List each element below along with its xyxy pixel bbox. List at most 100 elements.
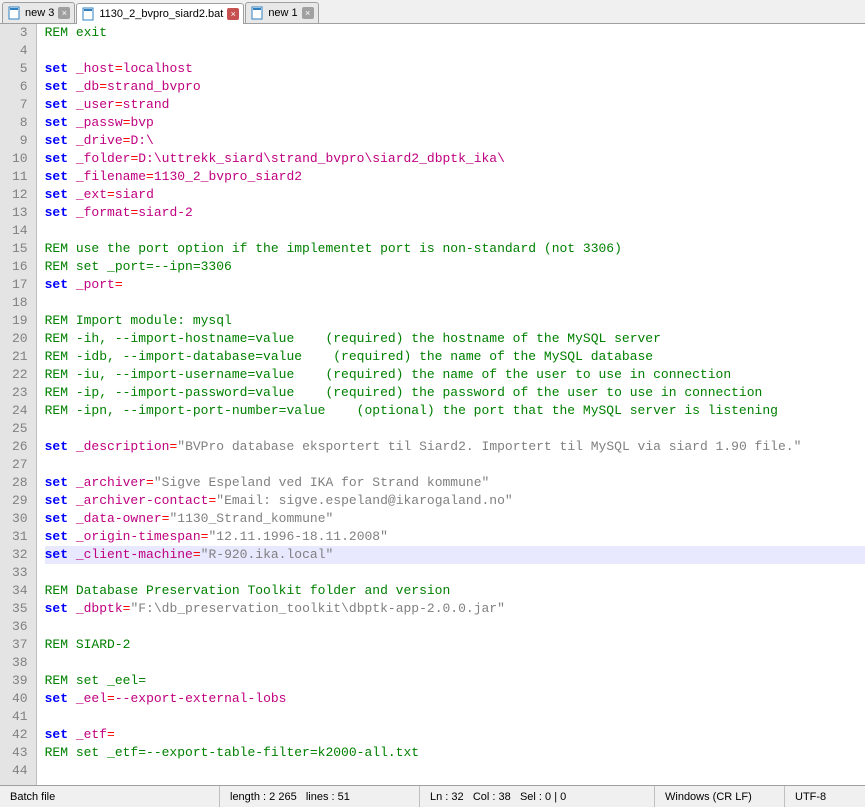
ln-value: 32 (451, 791, 463, 803)
code-line[interactable] (45, 564, 865, 582)
tab-label: new 1 (268, 7, 297, 19)
code-line[interactable]: set _client-machine="R-920.ika.local" (45, 546, 865, 564)
line-number: 12 (12, 186, 28, 204)
tab-new-3[interactable]: new 3 × (2, 2, 75, 23)
line-number: 26 (12, 438, 28, 456)
line-number: 34 (12, 582, 28, 600)
file-icon (7, 6, 21, 20)
lines-value: 51 (338, 791, 350, 803)
line-number: 22 (12, 366, 28, 384)
code-line[interactable]: REM -iu, --import-username=value (requir… (45, 366, 865, 384)
code-line[interactable] (45, 456, 865, 474)
code-line[interactable] (45, 420, 865, 438)
line-number: 9 (12, 132, 28, 150)
line-number: 33 (12, 564, 28, 582)
line-number: 35 (12, 600, 28, 618)
code-line[interactable]: REM use the port option if the implement… (45, 240, 865, 258)
line-number: 41 (12, 708, 28, 726)
code-line[interactable]: set _filename=1130_2_bvpro_siard2 (45, 168, 865, 186)
line-number: 23 (12, 384, 28, 402)
code-line[interactable]: set _data-owner="1130_Strand_kommune" (45, 510, 865, 528)
code-line[interactable]: REM SIARD-2 (45, 636, 865, 654)
line-number: 19 (12, 312, 28, 330)
ln-label: Ln : (430, 791, 448, 803)
line-number: 8 (12, 114, 28, 132)
status-filetype: Batch file (0, 786, 220, 807)
line-number: 21 (12, 348, 28, 366)
line-number: 4 (12, 42, 28, 60)
length-value: 2 265 (269, 791, 297, 803)
line-number: 14 (12, 222, 28, 240)
code-line[interactable]: set _drive=D:\ (45, 132, 865, 150)
line-number: 18 (12, 294, 28, 312)
code-line[interactable]: REM set _eel= (45, 672, 865, 690)
code-area[interactable]: REM exit set _host=localhostset _db=stran… (37, 24, 865, 785)
length-label: length : (230, 791, 266, 803)
code-line[interactable]: set _origin-timespan="12.11.1996-18.11.2… (45, 528, 865, 546)
code-line[interactable]: set _passw=bvp (45, 114, 865, 132)
code-line[interactable]: set _host=localhost (45, 60, 865, 78)
code-line[interactable] (45, 294, 865, 312)
status-bar: Batch file length : 2 265 lines : 51 Ln … (0, 785, 865, 807)
code-line[interactable]: set _db=strand_bvpro (45, 78, 865, 96)
line-number: 37 (12, 636, 28, 654)
tab-active-file[interactable]: 1130_2_bvpro_siard2.bat × (76, 3, 244, 24)
line-number: 11 (12, 168, 28, 186)
line-number: 24 (12, 402, 28, 420)
col-label: Col : (473, 791, 496, 803)
line-number: 16 (12, 258, 28, 276)
code-line[interactable]: REM set _port=--ipn=3306 (45, 258, 865, 276)
close-icon[interactable]: × (302, 7, 314, 19)
line-number: 43 (12, 744, 28, 762)
code-line[interactable]: set _description="BVPro database eksport… (45, 438, 865, 456)
tab-new-1[interactable]: new 1 × (245, 2, 318, 23)
status-encoding: UTF-8 (785, 786, 865, 807)
line-number: 44 (12, 762, 28, 780)
code-line[interactable] (45, 708, 865, 726)
code-line[interactable]: REM set _etf=--export-table-filter=k2000… (45, 744, 865, 762)
tab-label: 1130_2_bvpro_siard2.bat (99, 8, 223, 20)
code-line[interactable]: REM Import module: mysql (45, 312, 865, 330)
code-line[interactable]: REM -ip, --import-password=value (requir… (45, 384, 865, 402)
sel-value: 0 | 0 (545, 791, 566, 803)
code-line[interactable]: set _eel=--export-external-lobs (45, 690, 865, 708)
code-line[interactable] (45, 618, 865, 636)
code-line[interactable]: set _user=strand (45, 96, 865, 114)
code-line[interactable]: set _archiver="Sigve Espeland ved IKA fo… (45, 474, 865, 492)
close-icon[interactable]: × (58, 7, 70, 19)
line-number: 30 (12, 510, 28, 528)
code-line[interactable]: REM -ih, --import-hostname=value (requir… (45, 330, 865, 348)
code-line[interactable]: set _etf= (45, 726, 865, 744)
line-number: 32 (12, 546, 28, 564)
code-line[interactable]: set _format=siard-2 (45, 204, 865, 222)
line-number: 6 (12, 78, 28, 96)
code-line[interactable]: REM Database Preservation Toolkit folder… (45, 582, 865, 600)
line-number: 13 (12, 204, 28, 222)
code-line[interactable] (45, 222, 865, 240)
line-number: 20 (12, 330, 28, 348)
file-icon (81, 7, 95, 21)
code-line[interactable]: set _port= (45, 276, 865, 294)
code-line[interactable] (45, 42, 865, 60)
code-line[interactable]: set _ext=siard (45, 186, 865, 204)
code-line[interactable]: REM exit (45, 24, 865, 42)
sel-label: Sel : (520, 791, 542, 803)
col-value: 38 (499, 791, 511, 803)
code-line[interactable]: set _archiver-contact="Email: sigve.espe… (45, 492, 865, 510)
line-number: 17 (12, 276, 28, 294)
code-line[interactable]: REM -ipn, --import-port-number=value (op… (45, 402, 865, 420)
code-line[interactable]: set _folder=D:\uttrekk_siard\strand_bvpr… (45, 150, 865, 168)
code-editor[interactable]: 3456789101112131415161718192021222324252… (0, 24, 865, 785)
code-line[interactable]: set _dbptk="F:\db_preservation_toolkit\d… (45, 600, 865, 618)
code-line[interactable]: REM -idb, --import-database=value (requi… (45, 348, 865, 366)
line-number: 42 (12, 726, 28, 744)
lines-label: lines : (306, 791, 335, 803)
line-number: 5 (12, 60, 28, 78)
close-icon[interactable]: × (227, 8, 239, 20)
code-line[interactable] (45, 762, 865, 780)
tab-label: new 3 (25, 7, 54, 19)
code-line[interactable] (45, 654, 865, 672)
line-number: 31 (12, 528, 28, 546)
status-length: length : 2 265 lines : 51 (220, 786, 420, 807)
tab-bar: new 3 × 1130_2_bvpro_siard2.bat × new 1 … (0, 0, 865, 24)
